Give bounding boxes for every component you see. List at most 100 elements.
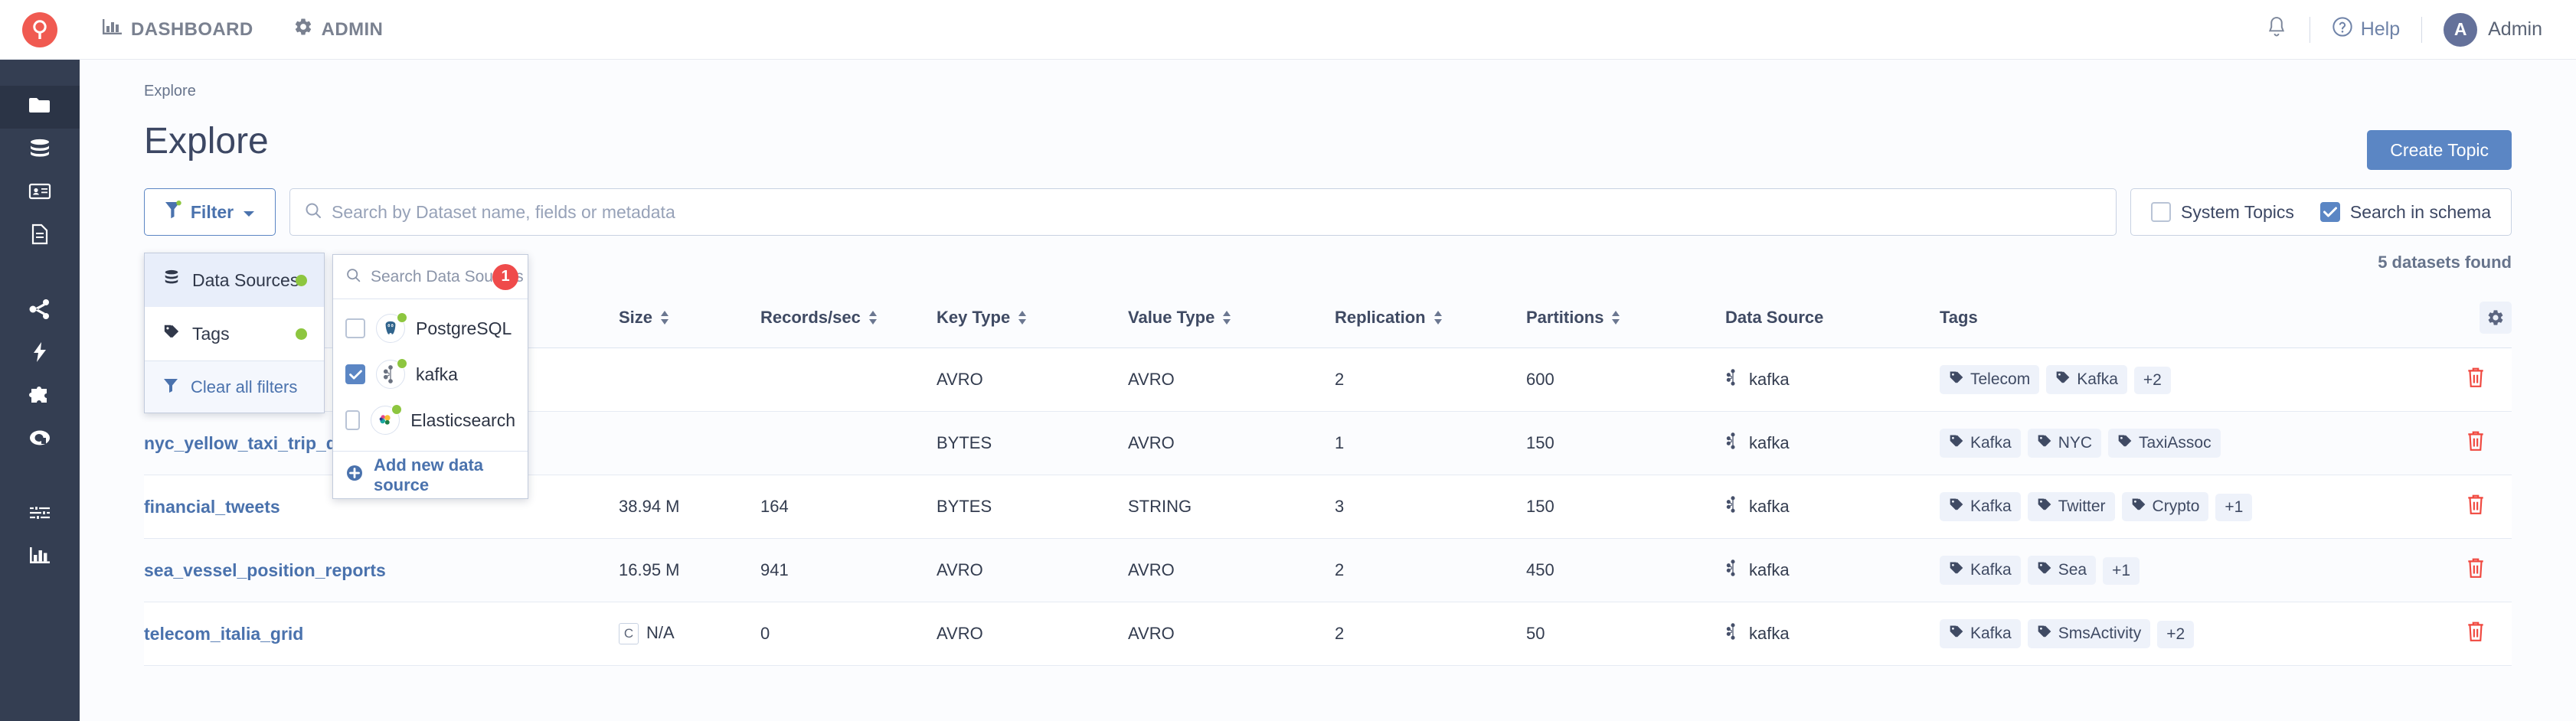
logo-area[interactable] — [0, 11, 80, 47]
cell-tags: Kafka SmsActivity +2 — [1940, 602, 2466, 666]
search-options: System Topics Search in schema — [2130, 188, 2512, 236]
th-size-label: Size — [619, 308, 653, 327]
sidebar-item-lightning[interactable] — [0, 332, 80, 375]
tag-icon — [2037, 497, 2052, 517]
data-source-option-postgresql[interactable]: PostgreSQL — [333, 305, 528, 351]
sidebar-item-target[interactable] — [0, 418, 80, 461]
sidebar-item-chart[interactable] — [0, 536, 80, 579]
th-rate-label: Records/sec — [760, 308, 861, 327]
tag-chip[interactable]: Twitter — [2027, 492, 2115, 521]
th-tags-label: Tags — [1940, 308, 1978, 327]
th-value-type[interactable]: Value Type — [1128, 291, 1335, 348]
tags-overflow-badge[interactable]: +2 — [2157, 621, 2195, 648]
tags-overflow-badge[interactable]: +1 — [2103, 557, 2140, 585]
th-tags: Tags — [1940, 291, 2466, 348]
tag-chip[interactable]: Kafka — [2046, 365, 2127, 394]
cell-data-source: kafka — [1725, 411, 1940, 475]
tag-icon — [2037, 560, 2052, 580]
breadcrumb[interactable]: Explore — [144, 60, 2512, 100]
create-topic-button[interactable]: Create Topic — [2367, 130, 2512, 170]
tag-chip[interactable]: Crypto — [2121, 492, 2209, 521]
cell-tags: Kafka Twitter Crypto +1 — [1940, 475, 2466, 539]
table-settings-gear-icon[interactable] — [2480, 302, 2512, 334]
filter-dropdown: Data Sources Tags Clear all filters — [144, 253, 325, 413]
data-source-option-kafka[interactable]: kafka — [333, 351, 528, 397]
top-nav: DASHBOARD ADMIN — [103, 17, 383, 42]
th-partitions[interactable]: Partitions — [1526, 291, 1725, 348]
data-sources-search-input[interactable] — [371, 267, 578, 286]
tag-chip[interactable]: Telecom — [1940, 365, 2040, 394]
sidebar-item-id-card[interactable] — [0, 171, 80, 214]
data-source-option-elasticsearch[interactable]: Elasticsearch — [333, 397, 528, 443]
tags-overflow-badge[interactable]: +2 — [2133, 367, 2171, 394]
table-row[interactable]: telecom_italia_grid C N/A 0 AVRO AVRO 2 50 kafka… — [144, 602, 2512, 666]
filter-button-label: Filter — [190, 201, 234, 222]
toolbar: Filter System Topics — [144, 188, 2512, 236]
filter-menu-item-data-sources[interactable]: Data Sources — [145, 253, 324, 307]
search-input[interactable] — [332, 201, 2103, 223]
dataset-name-link[interactable]: financial_tweets — [144, 497, 280, 517]
search-box[interactable] — [289, 188, 2117, 236]
cell-partitions: 150 — [1526, 475, 1725, 539]
status-dot — [391, 404, 403, 415]
dataset-name-link[interactable]: telecom_italia_grid — [144, 624, 303, 644]
cell-replication: 2 — [1335, 538, 1526, 602]
filter-button[interactable]: Filter — [144, 188, 276, 236]
filter-menu-item-label: Data Sources — [192, 269, 299, 290]
system-topics-option[interactable]: System Topics — [2151, 202, 2294, 223]
top-bar: DASHBOARD ADMIN Help A Admin — [0, 0, 2576, 60]
nav-admin-label: ADMIN — [321, 18, 384, 40]
add-new-data-source-button[interactable]: Add new data source — [333, 451, 528, 498]
trash-icon[interactable] — [2466, 367, 2486, 392]
tag-chip[interactable]: SmsActivity — [2027, 619, 2151, 648]
sidebar-item-folder[interactable] — [0, 86, 80, 129]
user-name[interactable]: Admin — [2488, 18, 2542, 41]
tag-chip[interactable]: TaxiAssoc — [2108, 429, 2221, 458]
cell-value-type: AVRO — [1128, 602, 1335, 666]
th-records-per-sec[interactable]: Records/sec — [760, 291, 937, 348]
database-icon — [28, 139, 51, 162]
tag-chip[interactable]: Kafka — [1940, 429, 2021, 458]
tag-chip[interactable]: NYC — [2027, 429, 2102, 458]
search-in-schema-option[interactable]: Search in schema — [2319, 202, 2491, 223]
trash-icon[interactable] — [2466, 558, 2486, 582]
th-size[interactable]: Size — [619, 291, 760, 348]
tag-chip[interactable]: Kafka — [1940, 556, 2021, 585]
tags-overflow-badge[interactable]: +1 — [2215, 494, 2253, 521]
nav-dashboard[interactable]: DASHBOARD — [103, 18, 253, 41]
trash-icon[interactable] — [2466, 431, 2486, 455]
trash-icon[interactable] — [2466, 494, 2486, 519]
nav-admin[interactable]: ADMIN — [293, 17, 384, 42]
trash-icon[interactable] — [2466, 621, 2486, 646]
clear-all-filters-button[interactable]: Clear all filters — [145, 360, 324, 413]
tag-chip[interactable]: Kafka — [1940, 492, 2021, 521]
sidebar-item-database[interactable] — [0, 129, 80, 171]
help-link[interactable]: Help — [2332, 16, 2400, 43]
avatar[interactable]: A — [2444, 12, 2478, 47]
postgresql-checkbox[interactable] — [345, 318, 365, 338]
tag-chip[interactable]: Sea — [2027, 556, 2097, 585]
sliders-icon — [28, 504, 51, 526]
dataset-name-link[interactable]: nyc_yellow_taxi_trip_data — [144, 433, 362, 453]
cell-delete — [2466, 475, 2512, 539]
th-replication[interactable]: Replication — [1335, 291, 1526, 348]
tag-chip[interactable]: Kafka — [1940, 619, 2021, 648]
system-topics-checkbox[interactable] — [2151, 202, 2172, 222]
status-dot — [397, 312, 407, 323]
cell-tags: Telecom Kafka +2 — [1940, 347, 2466, 412]
dataset-name-link[interactable]: sea_vessel_position_reports — [144, 560, 386, 580]
bell-icon[interactable] — [2265, 15, 2288, 44]
th-key-type[interactable]: Key Type — [937, 291, 1128, 348]
data-sources-search-box[interactable]: 1 — [333, 255, 578, 299]
sidebar-item-document[interactable] — [0, 214, 80, 257]
filter-menu-item-tags[interactable]: Tags — [145, 307, 324, 360]
sidebar-item-share[interactable] — [0, 289, 80, 332]
search-in-schema-checkbox[interactable] — [2319, 202, 2340, 222]
elasticsearch-checkbox[interactable] — [345, 410, 361, 430]
sidebar-item-sliders[interactable] — [0, 493, 80, 536]
kafka-checkbox[interactable] — [345, 364, 365, 384]
table-row[interactable]: sea_vessel_position_reports 16.95 M 941 AVR… — [144, 538, 2512, 602]
status-dot — [397, 358, 407, 369]
sidebar-item-puzzle[interactable] — [0, 375, 80, 418]
cell-replication: 3 — [1335, 475, 1526, 539]
